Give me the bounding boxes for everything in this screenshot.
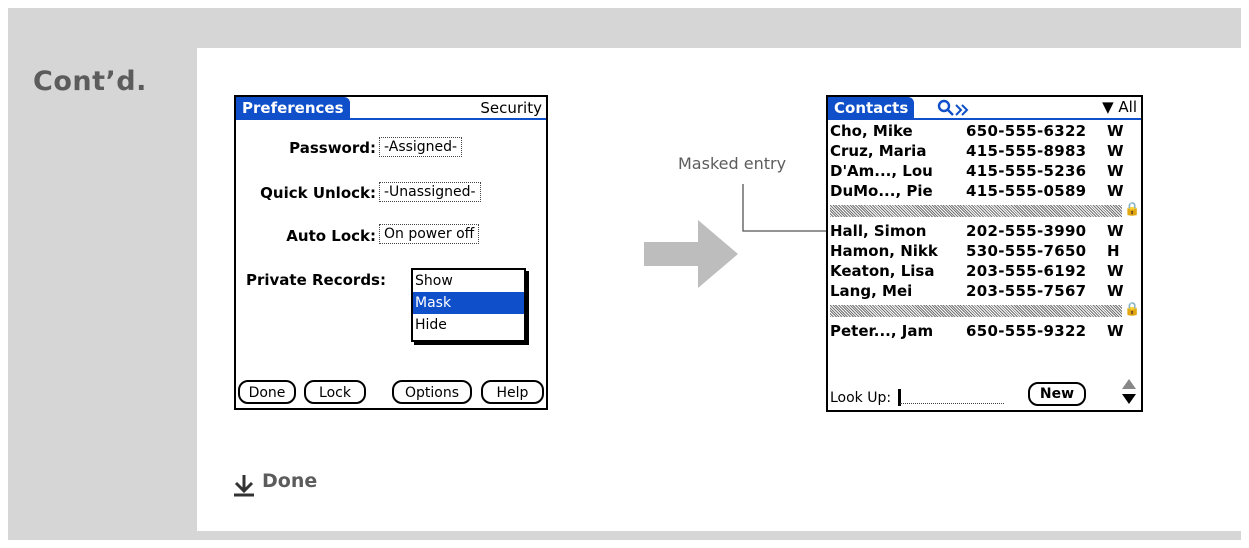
lookup-label: Look Up: — [830, 390, 892, 406]
side-column — [8, 48, 197, 531]
preferences-title: Preferences — [236, 97, 350, 119]
contact-phone: 650-555-6322 — [966, 122, 1087, 140]
phone-type: W — [1107, 162, 1124, 180]
scroll-arrows-icon[interactable] — [1121, 378, 1137, 406]
contact-phone: 415-555-5236 — [966, 162, 1087, 180]
contact-phone: 650-555-9322 — [966, 322, 1087, 340]
section-label: Cont’d. — [33, 66, 147, 97]
preferences-screen: Preferences Security Password: -Assigned… — [234, 95, 548, 410]
right-arrow-icon — [644, 220, 738, 288]
contact-name: Keaton, Lisa — [830, 262, 935, 280]
contact-phone: 202-555-3990 — [966, 222, 1087, 240]
phone-type: W — [1107, 142, 1124, 160]
lock-icon: 🔒 — [1124, 202, 1141, 217]
done-label: Done — [262, 470, 318, 492]
contact-row[interactable]: Hall, Simon 202-555-3990 W — [830, 221, 1137, 241]
lock-icon: 🔒 — [1124, 302, 1141, 317]
contacts-screen: Contacts ▼ All Cho, Mike 650-555-6322 W Cr… — [826, 95, 1143, 412]
password-field[interactable]: -Assigned- — [379, 137, 463, 157]
phone-type: W — [1107, 262, 1124, 280]
contact-row[interactable]: D'Am..., Lou 415-555-5236 W — [830, 161, 1137, 181]
contact-phone: 203-555-7567 — [966, 282, 1087, 300]
contact-phone: 530-555-7650 — [966, 242, 1087, 260]
dropdown-triangle-icon: ▼ — [1102, 98, 1114, 116]
contact-name: Cho, Mike — [830, 122, 913, 140]
phone-type: W — [1107, 322, 1124, 340]
mask-pattern — [830, 305, 1122, 317]
contact-name: Hall, Simon — [830, 222, 927, 240]
contacts-title: Contacts — [828, 97, 915, 119]
quick-unlock-field[interactable]: -Unassigned- — [379, 182, 481, 202]
quick-unlock-label: Quick Unlock: — [260, 184, 376, 202]
mask-pattern — [830, 205, 1122, 217]
contacts-list: Cho, Mike 650-555-6322 W Cruz, Maria 415-55… — [830, 121, 1141, 341]
done-button[interactable]: Done — [238, 380, 296, 404]
contact-phone: 415-555-8983 — [966, 142, 1087, 160]
phone-type: W — [1107, 222, 1124, 240]
contact-phone: 203-555-6192 — [966, 262, 1087, 280]
callout-line — [742, 184, 830, 232]
phone-type: W — [1107, 122, 1124, 140]
category-selector[interactable]: ▼ All — [1102, 98, 1137, 116]
contact-row[interactable]: Cho, Mike 650-555-6322 W — [830, 121, 1137, 141]
key-icon[interactable] — [936, 97, 976, 124]
down-arrow-icon — [234, 475, 254, 497]
contact-row[interactable]: Lang, Mei 203-555-7567 W — [830, 281, 1137, 301]
option-hide[interactable]: Hide — [413, 314, 524, 336]
option-mask[interactable]: Mask — [413, 292, 524, 314]
options-button[interactable]: Options — [392, 380, 472, 404]
masked-row[interactable]: 🔒 — [830, 201, 1141, 221]
contact-name: Hamon, Nikk — [830, 242, 938, 260]
contact-name: DuMo..., Pie — [830, 182, 933, 200]
contact-name: Lang, Mei — [830, 282, 913, 300]
title-underline — [236, 118, 546, 120]
contact-name: Peter..., Jam — [830, 322, 934, 340]
contact-row[interactable]: Hamon, Nikk 530-555-7650 H — [830, 241, 1137, 261]
help-button[interactable]: Help — [481, 380, 544, 404]
title-underline — [828, 118, 1141, 120]
new-contact-button[interactable]: New — [1028, 382, 1086, 406]
password-label: Password: — [289, 139, 376, 157]
option-show[interactable]: Show — [413, 270, 524, 292]
contact-row[interactable]: Keaton, Lisa 203-555-6192 W — [830, 261, 1137, 281]
phone-type: H — [1107, 242, 1120, 260]
private-records-label: Private Records: — [246, 271, 386, 289]
phone-type: W — [1107, 282, 1124, 300]
contact-phone: 415-555-0589 — [966, 182, 1087, 200]
contact-row[interactable]: DuMo..., Pie 415-555-0589 W — [830, 181, 1137, 201]
lookup-field[interactable] — [900, 403, 1004, 404]
auto-lock-field[interactable]: On power off — [379, 224, 480, 244]
contact-name: Cruz, Maria — [830, 142, 927, 160]
lock-button[interactable]: Lock — [304, 380, 366, 404]
category-label[interactable]: Security — [480, 99, 542, 117]
masked-entry-annotation: Masked entry — [678, 154, 787, 173]
phone-type: W — [1107, 182, 1124, 200]
contact-row[interactable]: Cruz, Maria 415-555-8983 W — [830, 141, 1137, 161]
masked-row[interactable]: 🔒 — [830, 301, 1141, 321]
contact-name: D'Am..., Lou — [830, 162, 933, 180]
contact-row[interactable]: Peter..., Jam 650-555-9322 W — [830, 321, 1137, 341]
private-records-popup[interactable]: Show Mask Hide — [411, 268, 526, 342]
auto-lock-label: Auto Lock: — [286, 227, 376, 245]
category-value: All — [1118, 98, 1137, 116]
